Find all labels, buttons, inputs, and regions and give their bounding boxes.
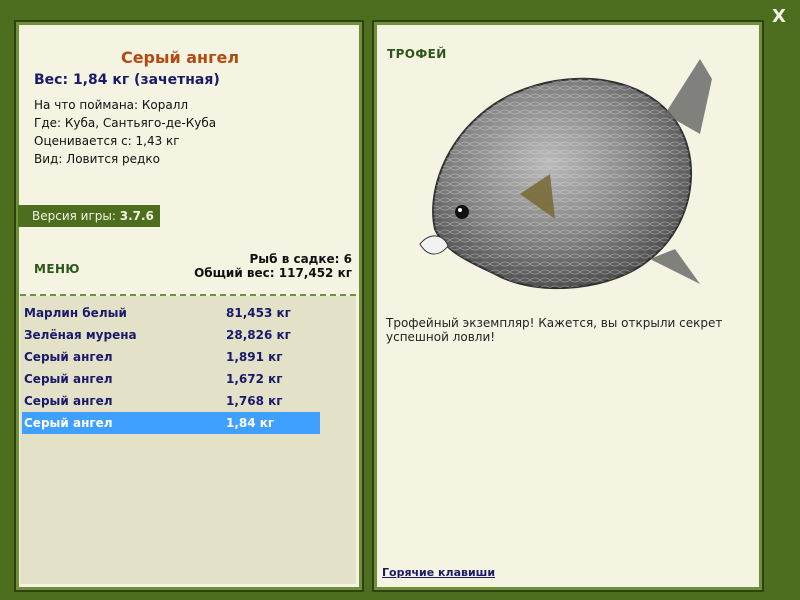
- where-line: Где: Куба, Сантьяго-де-Куба: [34, 116, 217, 130]
- catch-row[interactable]: Серый ангел 1,672 кг: [22, 368, 320, 390]
- catch-row-name: Серый ангел: [24, 350, 113, 364]
- catch-row[interactable]: Серый ангел 1,891 кг: [22, 346, 320, 368]
- catch-row-name: Марлин белый: [24, 306, 127, 320]
- fish-name-title: Серый ангел: [120, 48, 240, 67]
- catch-row-selected[interactable]: Серый ангел 1,84 кг: [22, 412, 320, 434]
- angelfish-illustration: [419, 59, 712, 290]
- cage-stats: Рыб в садке: 6 Общий вес: 117,452 кг: [194, 252, 352, 280]
- value-line: Оценивается с: 1,43 кг: [34, 134, 180, 148]
- version-label: Версия игры:: [32, 209, 120, 223]
- kind-line: Вид: Ловится редко: [34, 152, 160, 166]
- catch-row-name: Серый ангел: [24, 416, 113, 430]
- close-button[interactable]: X: [768, 6, 790, 28]
- fish-count: Рыб в садке: 6: [249, 252, 353, 266]
- catch-row-name: Зелёная мурена: [24, 328, 137, 342]
- caught-on-line: На что поймана: Коралл: [34, 98, 189, 112]
- fish-info-block: На что поймана: Коралл Где: Куба, Сантья…: [34, 96, 216, 168]
- catch-row-weight: 81,453 кг: [226, 306, 291, 320]
- fish-weight-line: Вес: 1,84 кг (зачетная): [34, 72, 220, 88]
- hotkeys-link[interactable]: Горячие клавиши: [382, 566, 495, 579]
- catch-row-weight: 1,672 кг: [226, 372, 283, 386]
- game-version-badge: Версия игры: 3.7.6: [18, 205, 160, 227]
- version-value: 3.7.6: [119, 209, 154, 223]
- trophy-message: Трофейный экземпляр! Кажется, вы открыли…: [386, 316, 723, 344]
- menu-button[interactable]: МЕНЮ: [34, 262, 80, 276]
- catch-row[interactable]: Зелёная мурена 28,826 кг: [22, 324, 320, 346]
- catch-row-name: Серый ангел: [24, 372, 113, 386]
- catch-row-weight: 1,891 кг: [226, 350, 283, 364]
- catch-row[interactable]: Серый ангел 1,768 кг: [22, 390, 320, 412]
- catch-row-name: Серый ангел: [24, 394, 113, 408]
- catch-row-weight: 28,826 кг: [226, 328, 291, 342]
- catch-row-weight: 1,84 кг: [226, 416, 275, 430]
- total-weight: Общий вес: 117,452 кг: [194, 266, 352, 280]
- catch-row-weight: 1,768 кг: [226, 394, 283, 408]
- catch-row[interactable]: Марлин белый 81,453 кг: [22, 302, 320, 324]
